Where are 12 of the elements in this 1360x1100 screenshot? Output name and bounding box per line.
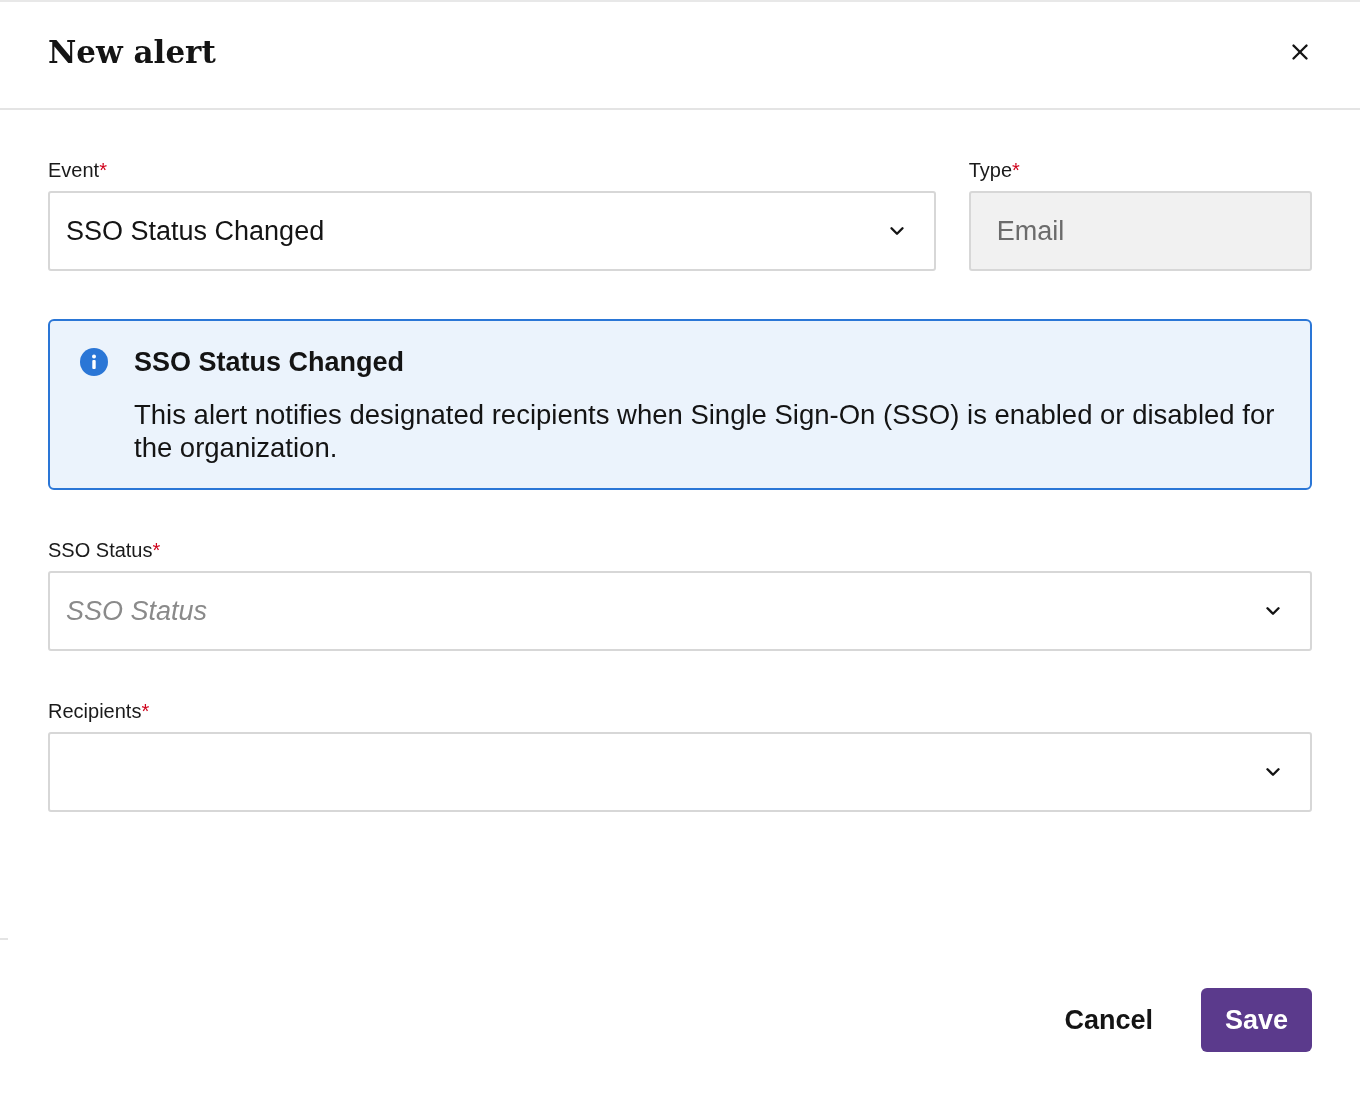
save-button[interactable]: Save	[1200, 988, 1312, 1052]
field-label: SSO Status*	[48, 538, 161, 562]
select-field[interactable]: SSO Status Changed	[48, 191, 936, 271]
field-label: Type*	[968, 158, 1020, 182]
field-label: Event*	[48, 158, 107, 182]
dialog-title: New alert	[48, 34, 216, 72]
info-text: This alert notifies designated recipients when Single Sign-On (SSO) is enabled or disabled for the organization.	[134, 398, 1276, 464]
cancel-button[interactable]: Cancel	[1048, 988, 1169, 1052]
info-icon	[80, 348, 108, 376]
field-label: Recipients*	[48, 699, 150, 723]
info-title: SSO Status Changed	[134, 346, 405, 378]
select-field[interactable]	[48, 732, 1312, 812]
